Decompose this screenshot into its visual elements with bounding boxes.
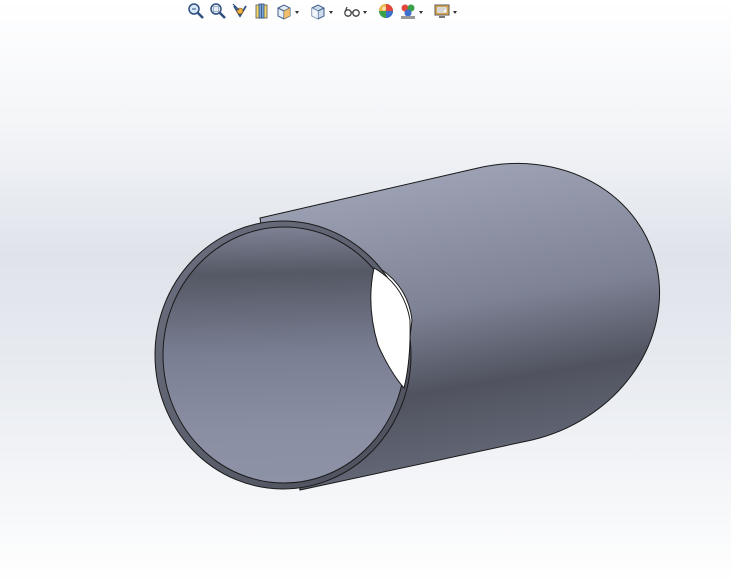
graphics-area[interactable] <box>0 0 731 583</box>
tube-inner-bore <box>162 226 406 484</box>
hollow-tube-model[interactable] <box>0 0 731 583</box>
